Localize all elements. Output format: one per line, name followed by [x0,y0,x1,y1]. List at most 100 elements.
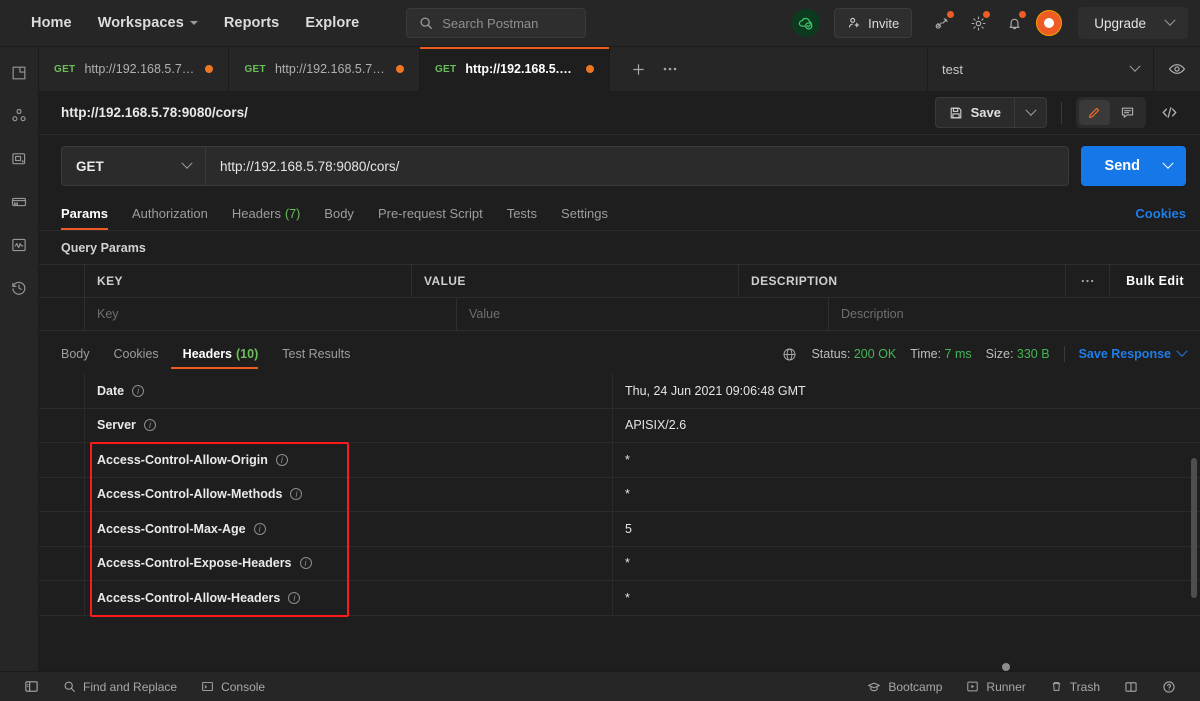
layout-icon[interactable] [1112,675,1150,699]
eye-icon[interactable] [1154,47,1200,91]
response-scrollbar[interactable] [1191,458,1197,598]
row-gutter [39,512,85,546]
header-value-cell: APISIX/2.6 [625,418,687,433]
send-button[interactable]: Send [1080,146,1186,186]
chevron-down-icon [1129,60,1141,72]
save-dropdown-button[interactable] [1015,97,1047,128]
horizontal-scrollbar[interactable] [39,663,1200,671]
invite-button[interactable]: Invite [834,8,913,38]
method-selector[interactable]: GET [61,146,205,186]
comment-icon[interactable] [1112,100,1143,125]
info-icon[interactable]: i [288,591,301,604]
info-icon[interactable]: i [143,419,156,432]
response-tab-headers[interactable]: Headers (10) [170,347,271,369]
time-text: Time: 7 ms [910,347,971,361]
help-icon[interactable] [1150,675,1188,699]
row-checkbox[interactable] [39,298,85,330]
tab-body[interactable]: Body [312,206,366,230]
info-icon[interactable]: i [132,384,145,397]
bell-icon[interactable] [999,8,1029,38]
nav-item-reports[interactable]: Reports [211,9,293,37]
nav-item-workspaces[interactable]: Workspaces [85,9,211,37]
request-tab-3[interactable]: GET http://192.168.5.78... [419,47,611,91]
code-icon[interactable] [1152,98,1186,128]
tab-pre-request-script[interactable]: Pre-request Script [366,206,495,230]
scrollbar-knob[interactable] [1002,663,1010,671]
trash-button[interactable]: Trash [1038,675,1112,699]
sidebar-item-environments[interactable] [7,147,31,171]
runner-button[interactable]: Runner [954,675,1037,699]
search-input[interactable]: Search Postman [406,8,587,38]
row-gutter [39,581,85,615]
nav-item-home[interactable]: Home [18,9,85,37]
bootcamp-label: Bootcamp [888,679,943,694]
tab-authorization[interactable]: Authorization [120,206,220,230]
sidebar-item-apis[interactable] [7,104,31,128]
ellipsis-icon[interactable] [1066,265,1110,297]
save-response-label: Save Response [1078,347,1171,361]
nav-item-explore[interactable]: Explore [292,9,372,37]
ellipsis-icon[interactable] [656,55,684,83]
upgrade-button[interactable]: Upgrade [1078,7,1188,39]
header-key-label: Access-Control-Allow-Headers [97,590,281,605]
request-tab-strip: GET http://192.168.5.78... GET http://19… [39,47,1200,91]
response-tab-test-results[interactable]: Test Results [270,347,362,369]
response-tab-body[interactable]: Body [61,347,102,369]
environment-selector[interactable]: test [928,47,1154,91]
param-value-input[interactable]: Value [457,298,829,330]
header-value-cell: * [625,556,630,571]
save-button[interactable]: Save [934,97,1015,128]
tab-method-label: GET [54,63,76,75]
tab-settings[interactable]: Settings [549,206,620,230]
url-input[interactable]: http://192.168.5.78:9080/cors/ [205,146,1069,186]
sidebar-item-monitors[interactable] [7,233,31,257]
info-icon[interactable]: i [253,522,266,535]
time-label: Time: [910,347,942,361]
invite-label: Invite [868,15,900,31]
size-text: Size: 330 B [986,347,1050,361]
pencil-icon[interactable] [1079,100,1110,125]
param-description-input[interactable]: Description [829,298,1200,330]
console-button[interactable]: Console [189,675,277,699]
find-and-replace-button[interactable]: Find and Replace [51,675,189,699]
request-tab-1[interactable]: GET http://192.168.5.78... [39,47,230,91]
nav-item-label: Reports [223,15,280,31]
tab-tests[interactable]: Tests [495,206,549,230]
tab-params[interactable]: Params [61,206,120,230]
info-icon[interactable]: i [299,557,312,570]
nav-item-label: Home [31,15,72,31]
param-key-input[interactable]: Key [85,298,457,330]
sidebar-item-collections[interactable] [7,61,31,85]
table-row[interactable]: Key Value Description [39,298,1200,331]
notification-dot [947,11,955,18]
plus-icon[interactable] [624,55,652,83]
tab-headers[interactable]: Headers (7) [220,206,312,230]
runner-icon [966,680,979,693]
status-value: 200 OK [853,347,897,361]
header-value-cell: Thu, 24 Jun 2021 09:06:48 GMT [625,383,806,398]
bulk-edit-label: Bulk Edit [1126,274,1184,288]
bulk-edit-button[interactable]: Bulk Edit [1110,265,1200,297]
cloud-check-icon[interactable] [792,9,821,37]
tab-label: Authorization [131,206,208,221]
gear-icon[interactable] [963,8,993,38]
header-key-label: Server [97,418,136,433]
table-row: Access-Control-Allow-Methods i * [39,477,1200,512]
chevron-down-icon [1024,104,1037,116]
info-icon[interactable]: i [290,488,303,501]
response-tab-cookies[interactable]: Cookies [102,347,171,369]
row-gutter [39,408,85,442]
sidebar-item-mock-servers[interactable] [7,190,31,214]
request-tab-2[interactable]: GET http://192.168.5.78... [229,47,420,91]
save-response-button[interactable]: Save Response [1078,345,1188,361]
tab-label: Settings [561,206,609,221]
bootcamp-button[interactable]: Bootcamp [855,675,954,699]
panel-toggle-icon[interactable] [12,675,51,699]
sidebar-item-history[interactable] [7,276,31,300]
cookies-link[interactable]: Cookies [1135,206,1186,230]
info-icon[interactable]: i [275,453,288,466]
search-container: Search Postman [406,8,587,38]
url-bar: GET http://192.168.5.78:9080/cors/ Send [39,135,1200,197]
user-avatar[interactable] [1036,10,1063,36]
satellite-icon[interactable] [927,8,957,38]
